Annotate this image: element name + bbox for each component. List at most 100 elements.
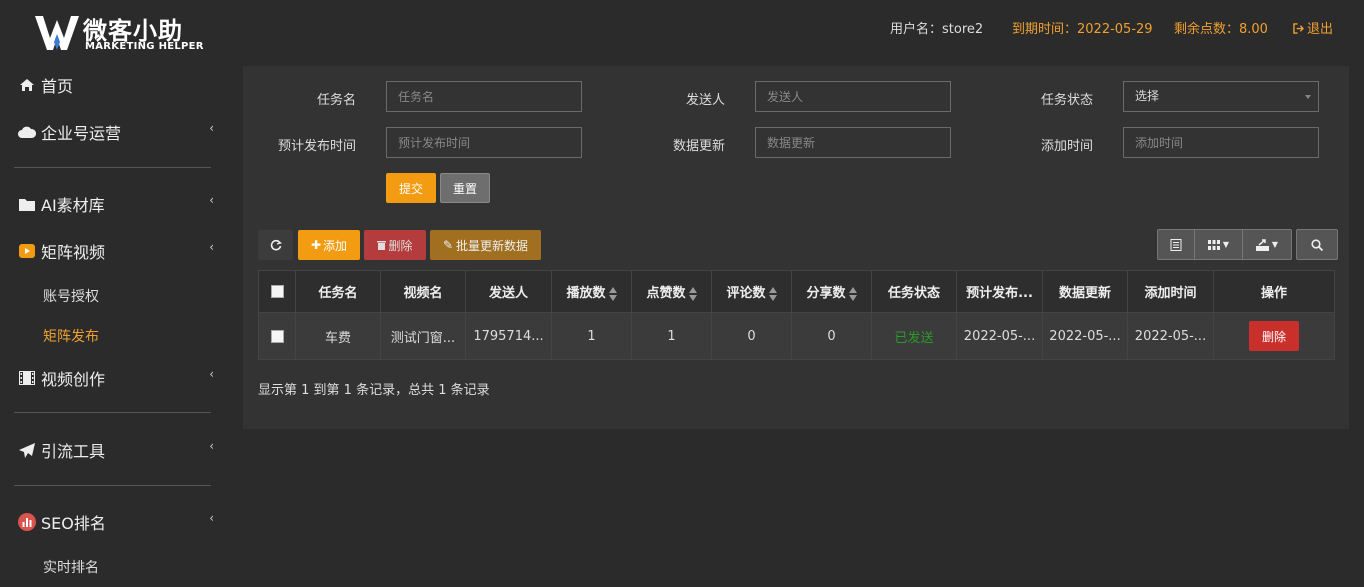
expiry-text: 到期时间：2022-05-29 bbox=[1012, 22, 1153, 37]
data-update-label: 数据更新 bbox=[672, 139, 725, 154]
column-header[interactable]: 预计发布... bbox=[956, 270, 1043, 313]
column-header: 操作 bbox=[1213, 270, 1335, 313]
select-all-cell bbox=[258, 270, 296, 313]
planned-time-cell: 2022-05-... bbox=[956, 312, 1043, 360]
sidebar-item-traffic-tools[interactable]: 引流工具 ‹ bbox=[18, 438, 218, 462]
row-checkbox[interactable] bbox=[270, 329, 284, 343]
add-label: 添加 bbox=[323, 238, 348, 253]
sidebar-item-label: 矩阵视频 bbox=[41, 243, 106, 262]
points-text: 剩余点数：8.00 bbox=[1174, 22, 1268, 37]
brand-subtitle: MARKETING HELPER bbox=[85, 41, 204, 52]
logo[interactable]: 微客小助 MARKETING HELPER bbox=[35, 12, 205, 52]
table-tools-group: ▼ ▼ bbox=[1157, 229, 1292, 260]
username-text: 用户名：store2 bbox=[890, 22, 984, 37]
add-time-label: 添加时间 bbox=[1040, 139, 1093, 154]
export-icon bbox=[1255, 238, 1269, 251]
comments-cell: 0 bbox=[711, 312, 792, 360]
folder-icon bbox=[18, 196, 36, 212]
sort-icon bbox=[608, 286, 617, 301]
search-button[interactable] bbox=[1296, 229, 1338, 260]
plays-cell: 1 bbox=[551, 312, 632, 360]
status-cell: 已发送 bbox=[871, 312, 957, 360]
batch-update-button[interactable]: ✎ 批量更新数据 bbox=[430, 230, 541, 260]
sender-label: 发送人 bbox=[685, 93, 725, 108]
caret-down-icon: ▼ bbox=[1222, 240, 1230, 249]
add-time-cell: 2022-05-... bbox=[1127, 312, 1214, 360]
sender-cell: 1795714... bbox=[465, 312, 552, 360]
task-name-input[interactable] bbox=[386, 81, 582, 112]
cloud-icon bbox=[18, 124, 36, 140]
search-icon bbox=[1311, 238, 1323, 251]
chevron-left-icon: ‹ bbox=[209, 121, 214, 135]
row-delete-button[interactable]: 删除 bbox=[1249, 321, 1299, 351]
column-header-sortable[interactable]: 评论数 bbox=[711, 270, 792, 313]
column-header-label: 评论数 bbox=[726, 286, 766, 301]
list-icon bbox=[1170, 238, 1182, 251]
column-header-sortable[interactable]: 播放数 bbox=[551, 270, 632, 313]
sort-icon bbox=[848, 286, 857, 301]
column-header-sortable[interactable]: 分享数 bbox=[791, 270, 872, 313]
sidebar-item-seo-ranking[interactable]: SEO排名 ‹ bbox=[18, 510, 218, 534]
task-status-select[interactable]: 选择 bbox=[1123, 81, 1319, 112]
data-update-input[interactable] bbox=[755, 127, 951, 158]
logout-link[interactable]: 退出 bbox=[1293, 18, 1333, 37]
video-name-cell: 测试门窗... bbox=[380, 312, 466, 360]
divider bbox=[14, 167, 211, 168]
sidebar-item-video-creation[interactable]: 视频创作 ‹ bbox=[18, 366, 218, 390]
send-icon bbox=[18, 442, 36, 458]
shares-cell: 0 bbox=[791, 312, 872, 360]
sidebar-item-label: 视频创作 bbox=[41, 370, 106, 389]
add-button[interactable]: ✚ 添加 bbox=[298, 230, 360, 260]
sidebar-item-home[interactable]: 首页 bbox=[18, 73, 218, 97]
sidebar-item-matrix-video[interactable]: 矩阵视频 ‹ bbox=[18, 239, 218, 263]
delete-button[interactable]: 删除 bbox=[364, 230, 426, 260]
table-header-row: 任务名 视频名 发送人 播放数 点赞数 评论数 分享数 任务状态 预计发布...… bbox=[258, 270, 1335, 313]
column-header[interactable]: 数据更新 bbox=[1042, 270, 1128, 313]
table-row[interactable]: 车费 测试门窗... 1795714... 1 1 0 0 已发送 2022-0… bbox=[258, 312, 1335, 360]
logo-w-icon bbox=[35, 16, 79, 50]
column-header[interactable]: 任务状态 bbox=[871, 270, 957, 313]
sidebar-item-enterprise[interactable]: 企业号运营 ‹ bbox=[18, 120, 218, 144]
export-dropdown[interactable]: ▼ bbox=[1243, 230, 1291, 259]
task-table: 任务名 视频名 发送人 播放数 点赞数 评论数 分享数 任务状态 预计发布...… bbox=[258, 270, 1335, 360]
pencil-icon: ✎ bbox=[442, 238, 454, 252]
home-icon bbox=[18, 77, 36, 93]
sidebar-item-label: 引流工具 bbox=[41, 442, 106, 461]
column-header[interactable]: 视频名 bbox=[380, 270, 466, 313]
column-header[interactable]: 添加时间 bbox=[1127, 270, 1214, 313]
batch-update-label: 批量更新数据 bbox=[456, 238, 529, 253]
divider bbox=[14, 412, 211, 413]
grid-icon bbox=[1207, 239, 1220, 250]
toggle-view-button[interactable] bbox=[1158, 230, 1195, 259]
task-name-cell: 车费 bbox=[295, 312, 381, 360]
column-header-label: 分享数 bbox=[806, 286, 846, 301]
add-time-input[interactable] bbox=[1123, 127, 1319, 158]
sender-input[interactable] bbox=[755, 81, 951, 112]
planned-time-input[interactable] bbox=[386, 127, 582, 158]
refresh-icon bbox=[270, 239, 282, 251]
divider bbox=[14, 485, 211, 486]
top-bar: 微客小助 MARKETING HELPER 用户名：store2 到期时间：20… bbox=[0, 0, 1364, 55]
main-panel: 任务名 发送人 任务状态 选择 预计发布时间 数据更新 添加时间 提交 重置 ✚… bbox=[243, 66, 1349, 429]
sidebar-subitem-account-auth[interactable]: 账号授权 bbox=[43, 286, 99, 306]
trash-icon bbox=[377, 241, 387, 250]
column-header[interactable]: 发送人 bbox=[465, 270, 552, 313]
task-status-label: 任务状态 bbox=[1040, 93, 1093, 108]
submit-button[interactable]: 提交 bbox=[386, 173, 436, 203]
sidebar-subitem-realtime-ranking[interactable]: 实时排名 bbox=[43, 557, 99, 577]
select-all-checkbox[interactable] bbox=[270, 285, 284, 298]
sidebar-item-ai-library[interactable]: AI素材库 ‹ bbox=[18, 192, 218, 216]
chevron-left-icon: ‹ bbox=[209, 439, 214, 453]
sidebar-subitem-matrix-publish[interactable]: 矩阵发布 bbox=[43, 326, 99, 346]
sidebar-item-label: 企业号运营 bbox=[41, 124, 122, 143]
column-header-sortable[interactable]: 点赞数 bbox=[631, 270, 712, 313]
chevron-left-icon: ‹ bbox=[209, 511, 214, 525]
column-header[interactable]: 任务名 bbox=[295, 270, 381, 313]
refresh-button[interactable] bbox=[258, 230, 293, 260]
reset-button[interactable]: 重置 bbox=[440, 173, 490, 203]
chevron-down-icon: ‹ bbox=[209, 240, 214, 254]
task-name-label: 任务名 bbox=[316, 93, 356, 108]
chart-icon bbox=[18, 513, 36, 531]
columns-dropdown[interactable]: ▼ bbox=[1195, 230, 1243, 259]
video-icon bbox=[18, 243, 36, 259]
